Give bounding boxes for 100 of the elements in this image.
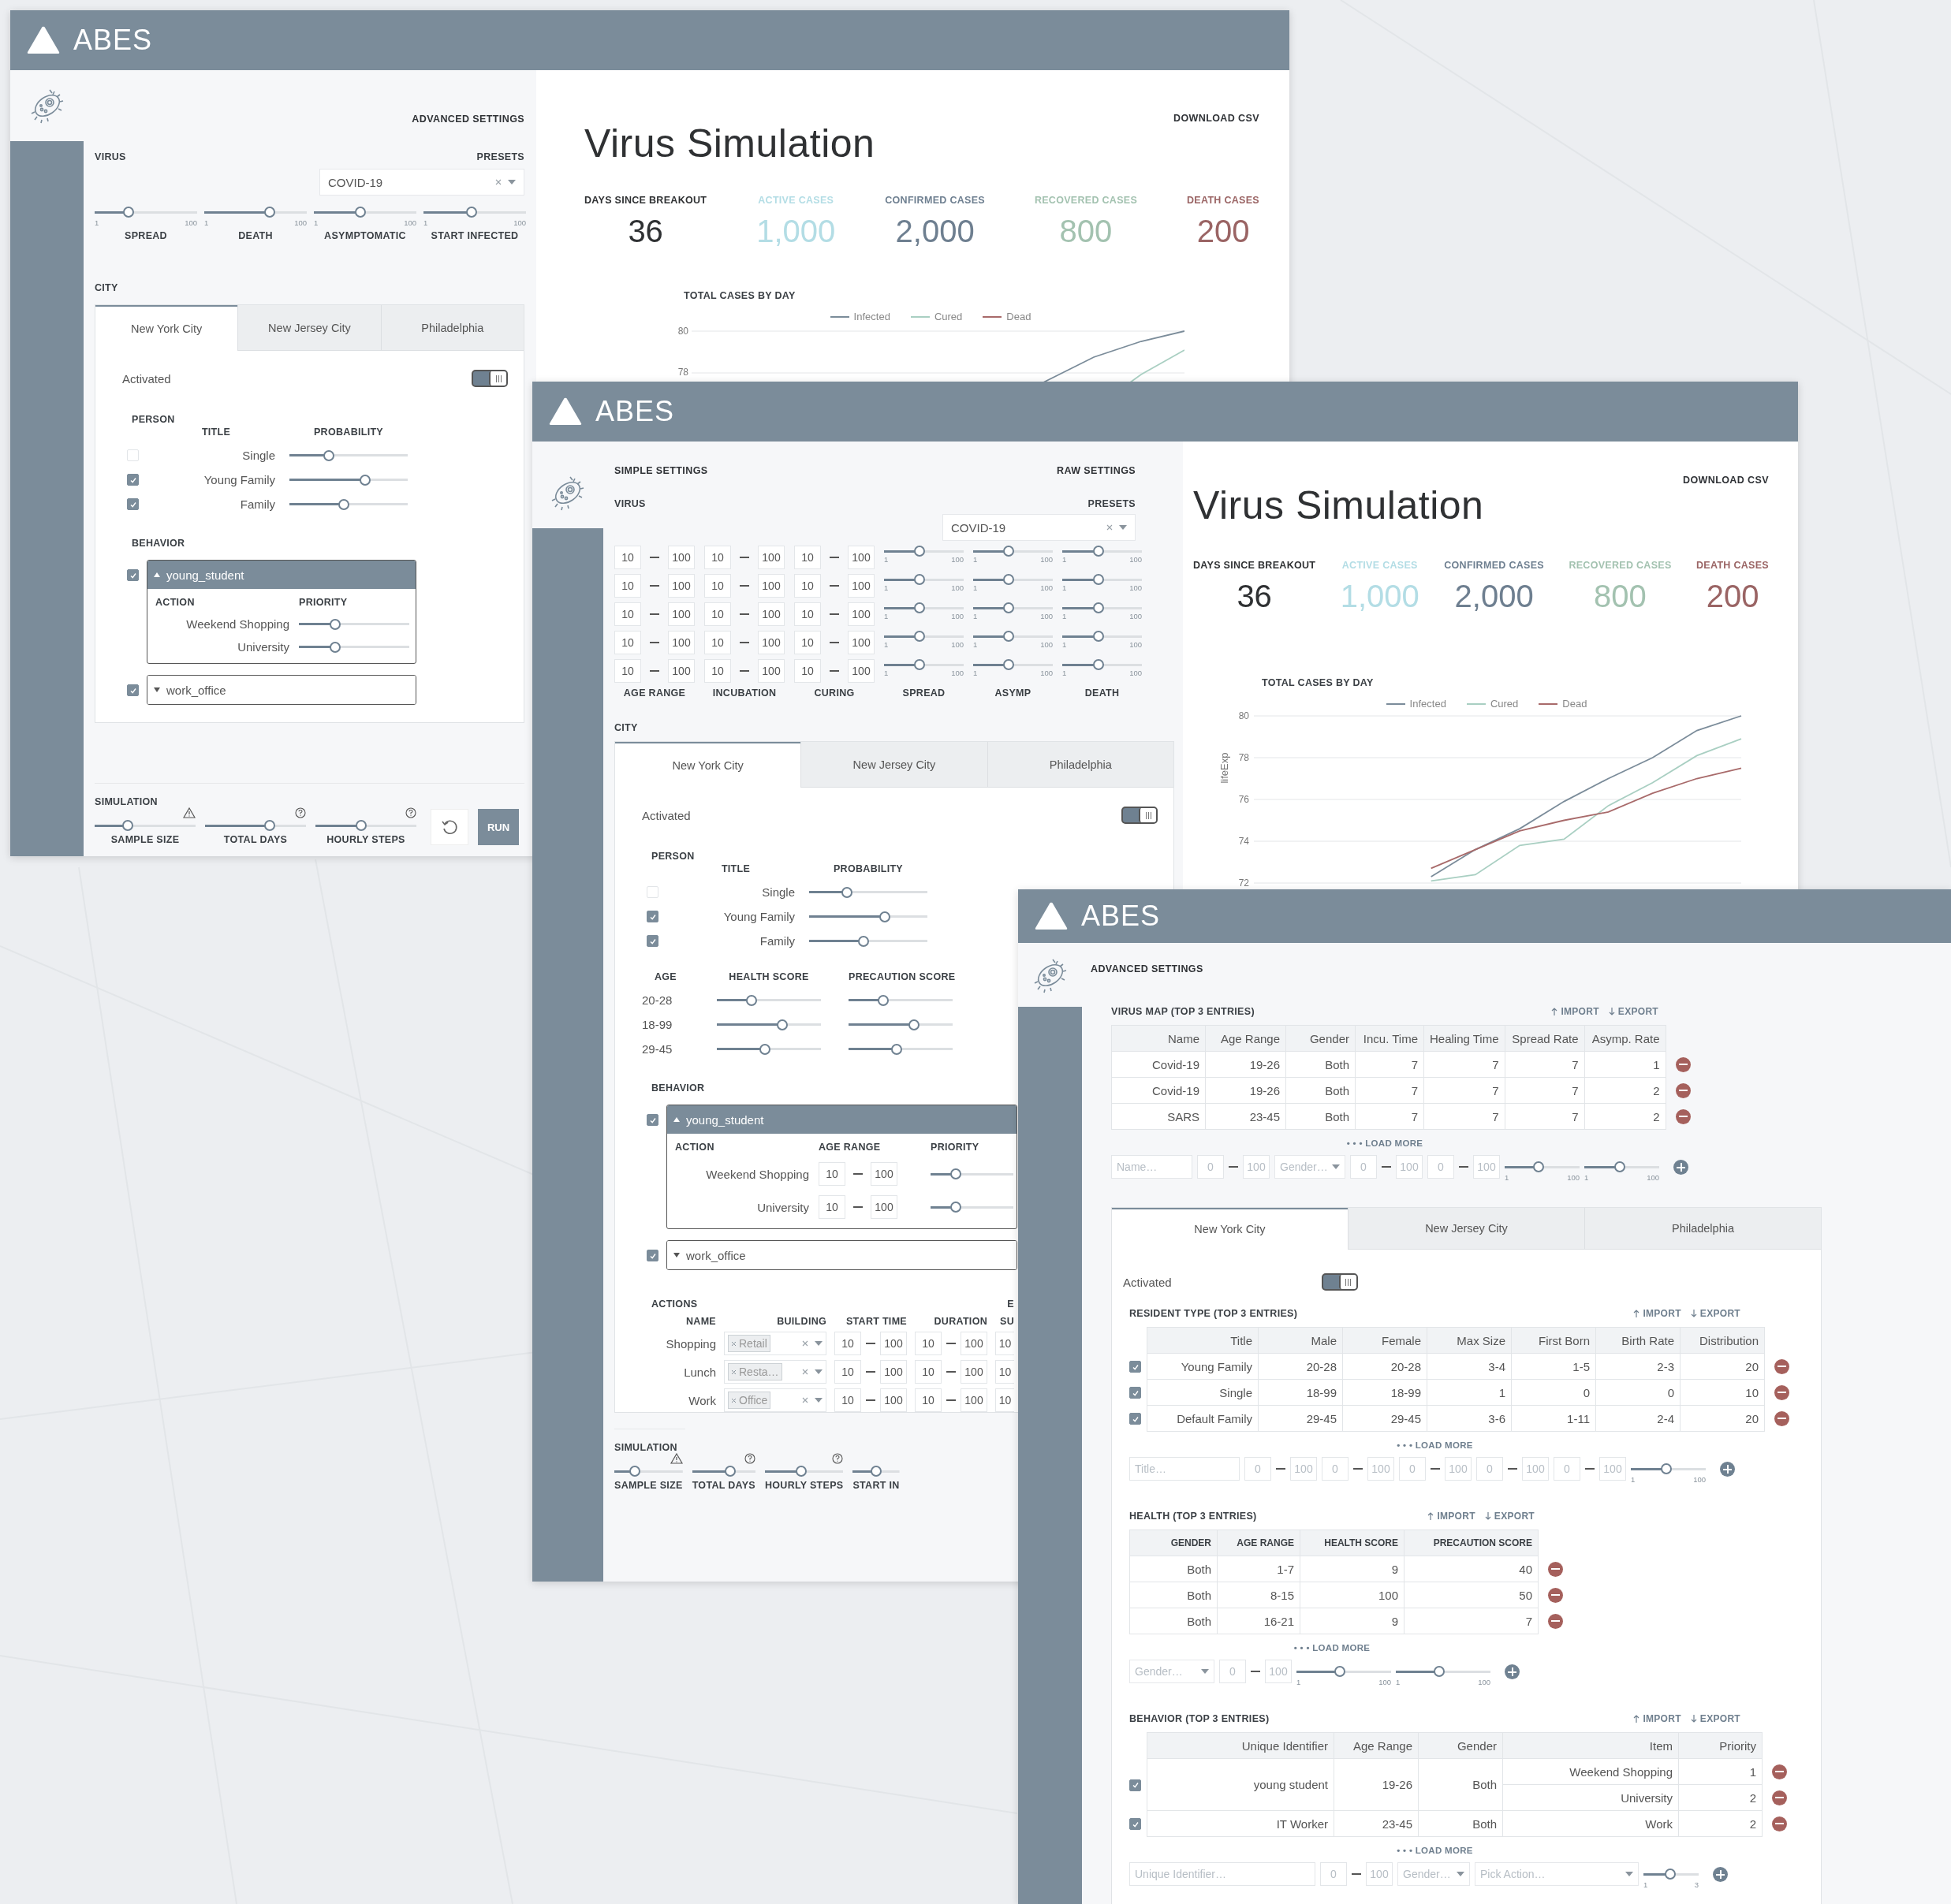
slider-thumb[interactable] bbox=[914, 602, 926, 613]
close-icon[interactable] bbox=[731, 1397, 737, 1403]
number-field[interactable]: 100 bbox=[1265, 1660, 1292, 1683]
advanced-settings-link[interactable]: ADVANCED SETTINGS bbox=[1091, 963, 1203, 974]
checkbox[interactable] bbox=[1129, 1387, 1141, 1399]
slider-thumb[interactable] bbox=[1003, 574, 1015, 585]
slider-thumb[interactable] bbox=[1532, 1161, 1544, 1172]
slider-thumb[interactable] bbox=[1003, 631, 1015, 642]
number-field[interactable]: 10 bbox=[794, 574, 821, 598]
number-field[interactable]: 100 bbox=[961, 1332, 987, 1355]
toggle-switch[interactable] bbox=[472, 370, 508, 387]
number-field[interactable]: 100 bbox=[758, 546, 785, 569]
load-more-button[interactable]: • • • LOAD MORE bbox=[1289, 1642, 1375, 1653]
slider-thumb[interactable] bbox=[914, 631, 926, 642]
checkbox[interactable] bbox=[1129, 1361, 1141, 1373]
number-field[interactable]: 100 bbox=[961, 1388, 987, 1412]
clear-icon[interactable] bbox=[802, 1369, 808, 1375]
number-field[interactable]: 100 bbox=[1396, 1155, 1423, 1179]
number-field[interactable]: 100 bbox=[1366, 1862, 1393, 1886]
number-field[interactable]: 100 bbox=[668, 659, 695, 683]
export-link[interactable]: EXPORT bbox=[1484, 1511, 1535, 1522]
number-field[interactable]: 10 bbox=[834, 1360, 861, 1384]
remove-button[interactable] bbox=[1772, 1764, 1787, 1779]
slider-thumb[interactable] bbox=[879, 911, 890, 922]
number-field[interactable]: 100 bbox=[668, 574, 695, 598]
load-more-button[interactable]: • • • LOAD MORE bbox=[1392, 1440, 1478, 1451]
slider-thumb[interactable] bbox=[914, 546, 926, 557]
remove-button[interactable] bbox=[1548, 1561, 1563, 1577]
import-link[interactable]: IMPORT bbox=[1633, 1713, 1681, 1724]
checkbox[interactable] bbox=[647, 1250, 658, 1261]
remove-button[interactable] bbox=[1774, 1384, 1789, 1400]
city-tab[interactable]: Philadelphia bbox=[987, 742, 1173, 788]
advanced-settings-link[interactable]: ADVANCED SETTINGS bbox=[412, 114, 524, 125]
number-field[interactable]: 0 bbox=[1197, 1155, 1224, 1179]
city-tab[interactable]: Philadelphia bbox=[1584, 1208, 1821, 1250]
checkbox[interactable] bbox=[127, 569, 139, 581]
number-field[interactable]: 100 bbox=[668, 602, 695, 626]
export-link[interactable]: EXPORT bbox=[1690, 1713, 1740, 1724]
number-field[interactable]: 10 bbox=[704, 602, 731, 626]
clear-icon[interactable] bbox=[802, 1340, 808, 1347]
slider-thumb[interactable] bbox=[1093, 574, 1105, 585]
number-field[interactable]: 100 bbox=[848, 631, 875, 654]
number-field[interactable]: 10 bbox=[794, 659, 821, 683]
slider-thumb[interactable] bbox=[1093, 631, 1105, 642]
presets-dropdown[interactable]: COVID-19 bbox=[319, 169, 524, 196]
name-field[interactable]: Name… bbox=[1111, 1155, 1192, 1179]
import-link[interactable]: IMPORT bbox=[1551, 1006, 1599, 1017]
number-field[interactable]: 0 bbox=[1320, 1862, 1347, 1886]
checkbox[interactable] bbox=[1129, 1779, 1141, 1791]
slider-thumb[interactable] bbox=[264, 207, 276, 218]
remove-button[interactable] bbox=[1675, 1082, 1691, 1098]
slider-thumb[interactable] bbox=[890, 1043, 902, 1055]
behavior-group-header[interactable]: work_office bbox=[147, 676, 416, 704]
slider-thumb[interactable] bbox=[330, 618, 341, 630]
checkbox[interactable] bbox=[127, 684, 139, 696]
number-field[interactable]: 100 bbox=[880, 1360, 907, 1384]
number-field[interactable]: 10 bbox=[995, 1332, 1014, 1355]
number-field[interactable]: 10 bbox=[614, 602, 641, 626]
slider-thumb[interactable] bbox=[263, 820, 275, 831]
number-field[interactable]: 100 bbox=[1243, 1155, 1270, 1179]
toggle-switch[interactable] bbox=[1121, 807, 1158, 824]
city-tab[interactable]: Philadelphia bbox=[380, 305, 524, 351]
slider-thumb[interactable] bbox=[466, 207, 478, 218]
number-field[interactable]: 100 bbox=[848, 546, 875, 569]
number-field[interactable]: 100 bbox=[848, 659, 875, 683]
number-field[interactable]: 10 bbox=[704, 574, 731, 598]
number-field[interactable]: 100 bbox=[848, 602, 875, 626]
number-field[interactable]: 10 bbox=[614, 546, 641, 569]
identifier-field[interactable]: Unique Identifier… bbox=[1129, 1862, 1315, 1886]
slider-thumb[interactable] bbox=[914, 659, 926, 670]
raw-settings-link[interactable]: RAW SETTINGS bbox=[1057, 465, 1136, 476]
number-field[interactable]: 10 bbox=[915, 1360, 942, 1384]
slider-thumb[interactable] bbox=[355, 820, 367, 831]
checkbox[interactable] bbox=[1129, 1413, 1141, 1425]
number-field[interactable]: 0 bbox=[1219, 1660, 1246, 1683]
slider-thumb[interactable] bbox=[629, 1466, 640, 1477]
remove-button[interactable] bbox=[1675, 1108, 1691, 1124]
slider-thumb[interactable] bbox=[1003, 602, 1015, 613]
slider-thumb[interactable] bbox=[330, 641, 341, 653]
number-field[interactable]: 100 bbox=[758, 602, 785, 626]
slider-thumb[interactable] bbox=[1003, 546, 1015, 557]
slider-thumb[interactable] bbox=[1613, 1161, 1625, 1172]
checkbox[interactable] bbox=[647, 935, 658, 947]
slider-thumb[interactable] bbox=[1664, 1869, 1676, 1880]
remove-button[interactable] bbox=[1772, 1790, 1787, 1805]
number-field[interactable]: 100 bbox=[880, 1388, 907, 1412]
slider-thumb[interactable] bbox=[795, 1466, 807, 1477]
remove-button[interactable] bbox=[1548, 1587, 1563, 1603]
export-link[interactable]: EXPORT bbox=[1690, 1308, 1740, 1319]
remove-button[interactable] bbox=[1675, 1056, 1691, 1072]
number-field[interactable]: 100 bbox=[880, 1332, 907, 1355]
number-field[interactable]: 100 bbox=[871, 1195, 897, 1219]
slider-thumb[interactable] bbox=[122, 207, 134, 218]
number-field[interactable]: 100 bbox=[848, 574, 875, 598]
slider-thumb[interactable] bbox=[1093, 602, 1105, 613]
number-field[interactable]: 10 bbox=[995, 1360, 1014, 1384]
remove-button[interactable] bbox=[1772, 1816, 1787, 1831]
number-field[interactable]: 10 bbox=[614, 574, 641, 598]
download-csv-link[interactable]: DOWNLOAD CSV bbox=[1173, 113, 1259, 124]
clear-icon[interactable] bbox=[1106, 524, 1113, 531]
